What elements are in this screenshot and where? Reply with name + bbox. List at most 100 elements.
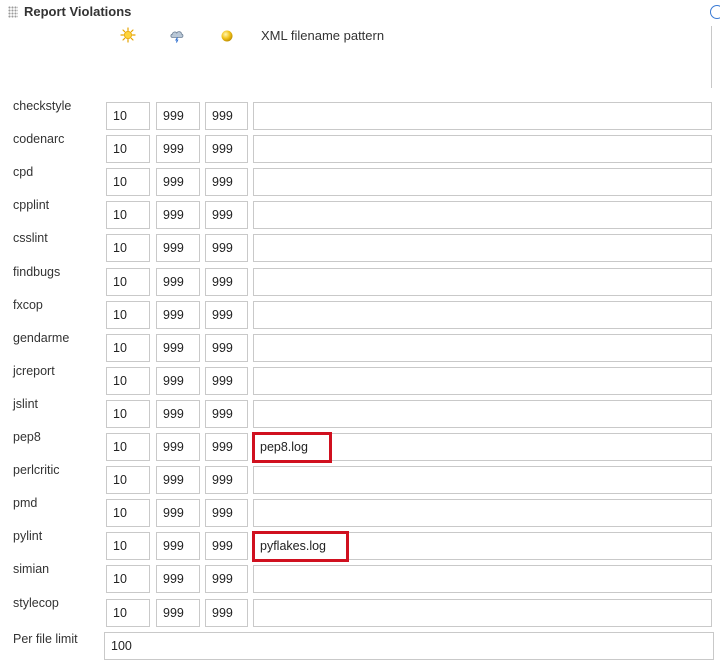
violation-type-label: stylecop: [13, 595, 59, 610]
xml-filename-pattern-input[interactable]: [253, 333, 712, 362]
unstable-threshold-input[interactable]: [205, 366, 248, 395]
help-icon[interactable]: [710, 5, 720, 19]
sun-icon: [120, 27, 136, 43]
violation-row-gendarme: gendarme: [0, 330, 720, 362]
sunny-threshold-input[interactable]: [106, 135, 150, 164]
violation-row-simian: simian: [0, 562, 720, 594]
unstable-threshold-input[interactable]: [205, 135, 248, 164]
xml-filename-pattern-input[interactable]: [253, 598, 712, 627]
per-file-limit-row: Per file limit: [0, 632, 720, 660]
xml-filename-pattern-input[interactable]: [253, 135, 712, 164]
unstable-threshold-input[interactable]: [205, 433, 248, 461]
violation-type-label: checkstyle: [13, 99, 72, 113]
stormy-threshold-input[interactable]: [156, 433, 200, 461]
stormy-threshold-input[interactable]: [156, 333, 200, 362]
yellow-ball-icon: [219, 27, 235, 43]
stormy-threshold-input[interactable]: [156, 598, 200, 627]
violation-row-cpplint: cpplint: [0, 198, 720, 230]
stormy-threshold-input[interactable]: [156, 499, 200, 528]
stormy-threshold-input[interactable]: [156, 135, 200, 164]
stormy-threshold-input[interactable]: [156, 102, 200, 130]
violation-type-label: perlcritic: [13, 463, 60, 478]
xml-filename-pattern-input[interactable]: [253, 300, 712, 329]
sunny-threshold-input[interactable]: [106, 102, 150, 130]
unstable-threshold-input[interactable]: [205, 234, 248, 263]
violation-row-checkstyle: checkstyle: [0, 99, 720, 130]
xml-filename-pattern-input[interactable]: [253, 267, 712, 296]
unstable-threshold-input[interactable]: [205, 267, 248, 296]
unstable-threshold-input[interactable]: [205, 565, 248, 594]
violation-row-csslint: csslint: [0, 231, 720, 263]
xml-filename-pattern-input[interactable]: [253, 366, 712, 395]
xml-filename-pattern-input[interactable]: [253, 102, 712, 130]
xml-filename-pattern-input[interactable]: [253, 168, 712, 197]
sunny-threshold-input[interactable]: [106, 201, 150, 230]
xml-filename-pattern-input[interactable]: [253, 565, 712, 594]
sunny-threshold-input[interactable]: [106, 565, 150, 594]
stormy-threshold-input[interactable]: [156, 201, 200, 230]
violation-row-codenarc: codenarc: [0, 132, 720, 164]
xml-filename-pattern-header: XML filename pattern: [261, 28, 385, 43]
stormy-threshold-input[interactable]: [156, 399, 200, 428]
xml-filename-pattern-input[interactable]: [253, 433, 712, 461]
xml-filename-pattern-input[interactable]: [253, 201, 712, 230]
sunny-threshold-input[interactable]: [106, 168, 150, 197]
unstable-threshold-input[interactable]: [205, 168, 248, 197]
violation-row-fxcop: fxcop: [0, 297, 720, 329]
violation-type-label: gendarme: [13, 330, 70, 345]
violation-type-label: fxcop: [13, 297, 43, 312]
sunny-threshold-input[interactable]: [106, 234, 150, 263]
sunny-threshold-input[interactable]: [106, 532, 150, 561]
xml-filename-pattern-input[interactable]: [253, 532, 712, 561]
sunny-threshold-input[interactable]: [106, 300, 150, 329]
unstable-threshold-input[interactable]: [205, 333, 248, 362]
unstable-threshold-input[interactable]: [205, 102, 248, 130]
sunny-threshold-input[interactable]: [106, 366, 150, 395]
xml-filename-pattern-input[interactable]: [253, 499, 712, 528]
violation-row-jslint: jslint: [0, 396, 720, 428]
divider: [711, 26, 720, 88]
per-file-limit-input[interactable]: [104, 632, 714, 660]
violation-type-label: csslint: [13, 231, 48, 246]
sunny-threshold-input[interactable]: [106, 466, 150, 495]
unstable-threshold-input[interactable]: [205, 598, 248, 627]
violation-type-label: cpd: [13, 165, 34, 180]
unstable-threshold-input[interactable]: [205, 466, 248, 495]
unstable-threshold-input[interactable]: [205, 201, 248, 230]
violation-type-label: jcreport: [13, 363, 55, 378]
violation-type-label: jslint: [13, 396, 39, 411]
stormy-threshold-input[interactable]: [156, 300, 200, 329]
violation-type-label: simian: [13, 562, 50, 577]
sunny-threshold-input[interactable]: [106, 433, 150, 461]
stormy-threshold-input[interactable]: [156, 267, 200, 296]
xml-filename-pattern-input[interactable]: [253, 234, 712, 263]
violation-type-label: pmd: [13, 496, 38, 511]
sunny-threshold-input[interactable]: [106, 267, 150, 296]
xml-filename-pattern-input[interactable]: [253, 399, 712, 428]
violation-type-label: codenarc: [13, 132, 65, 147]
stormy-threshold-input[interactable]: [156, 466, 200, 495]
violation-row-pylint: pylint: [0, 529, 720, 563]
drag-handle-icon[interactable]: [8, 6, 18, 18]
stormy-threshold-input[interactable]: [156, 168, 200, 197]
violation-type-label: pep8: [13, 430, 41, 444]
unstable-threshold-input[interactable]: [205, 532, 248, 561]
sunny-threshold-input[interactable]: [106, 499, 150, 528]
violation-row-pep8: pep8: [0, 430, 720, 463]
unstable-threshold-input[interactable]: [205, 300, 248, 329]
violation-row-findbugs: findbugs: [0, 265, 720, 296]
sunny-threshold-input[interactable]: [106, 333, 150, 362]
storm-cloud-icon: [169, 27, 185, 43]
stormy-threshold-input[interactable]: [156, 366, 200, 395]
stormy-threshold-input[interactable]: [156, 234, 200, 263]
stormy-threshold-input[interactable]: [156, 565, 200, 594]
xml-filename-pattern-input[interactable]: [253, 466, 712, 495]
violation-row-cpd: cpd: [0, 165, 720, 197]
section-title: Report Violations: [24, 4, 132, 19]
sunny-threshold-input[interactable]: [106, 399, 150, 428]
violation-row-jcreport: jcreport: [0, 363, 720, 395]
unstable-threshold-input[interactable]: [205, 399, 248, 428]
stormy-threshold-input[interactable]: [156, 532, 200, 561]
sunny-threshold-input[interactable]: [106, 598, 150, 627]
unstable-threshold-input[interactable]: [205, 499, 248, 528]
